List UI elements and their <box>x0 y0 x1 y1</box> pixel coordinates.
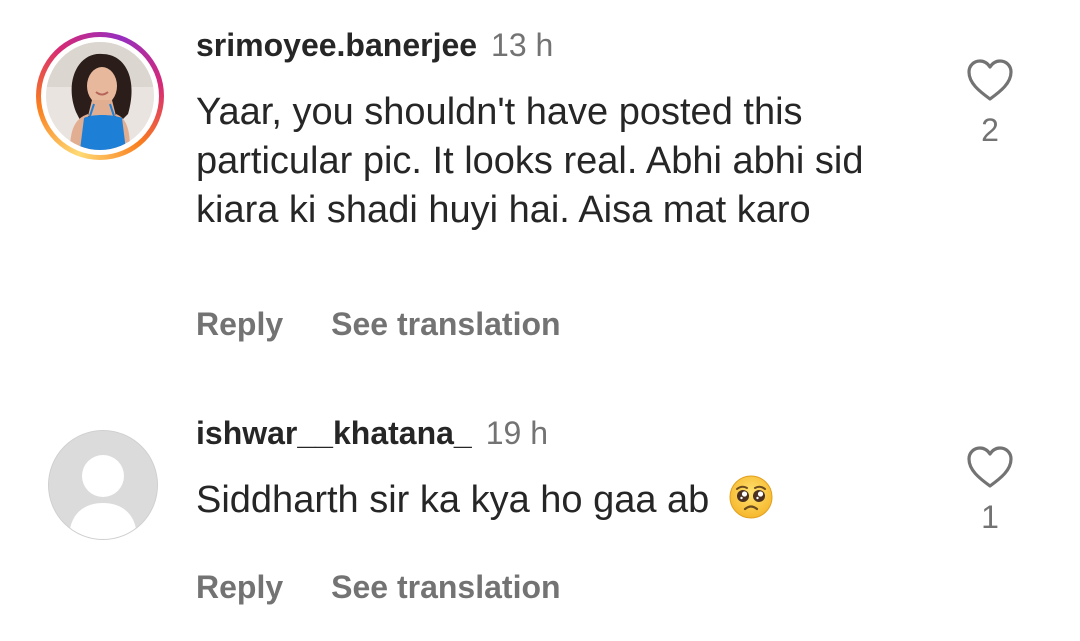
heart-icon[interactable] <box>965 58 1015 102</box>
default-avatar <box>48 430 158 540</box>
see-translation-button[interactable]: See translation <box>331 306 560 342</box>
avatar[interactable] <box>36 32 164 160</box>
avatar[interactable] <box>36 420 164 548</box>
timestamp: 13 h <box>491 27 554 63</box>
comment-actions: Reply See translation <box>196 304 561 344</box>
story-ring <box>36 32 164 160</box>
profile-photo <box>46 42 154 150</box>
username[interactable]: ishwar__khatana_ <box>196 415 472 451</box>
person-silhouette-icon <box>49 431 157 539</box>
profile-photo-image <box>46 42 154 150</box>
comment-text: Yaar, you shouldn't have posted this par… <box>196 91 864 231</box>
username[interactable]: srimoyee.banerjee <box>196 27 477 63</box>
comment-text-body: Siddharth sir ka kya ho gaa ab <box>196 479 710 521</box>
heart-icon[interactable] <box>965 445 1015 489</box>
like-control: 1 <box>964 445 1016 537</box>
comment-text: Siddharth sir ka kya ho gaa ab <box>196 474 886 533</box>
reply-button[interactable]: Reply <box>196 306 283 342</box>
comment-header: ishwar__khatana_ 19 h <box>196 413 548 453</box>
comment-header: srimoyee.banerjee 13 h <box>196 25 553 65</box>
comment-actions: Reply See translation <box>196 567 561 607</box>
timestamp: 19 h <box>485 415 548 451</box>
like-control: 2 <box>964 58 1016 150</box>
see-translation-button[interactable]: See translation <box>331 569 560 605</box>
like-count: 1 <box>981 499 999 535</box>
pleading-face-icon <box>728 474 774 533</box>
like-count: 2 <box>981 112 999 148</box>
reply-button[interactable]: Reply <box>196 569 283 605</box>
